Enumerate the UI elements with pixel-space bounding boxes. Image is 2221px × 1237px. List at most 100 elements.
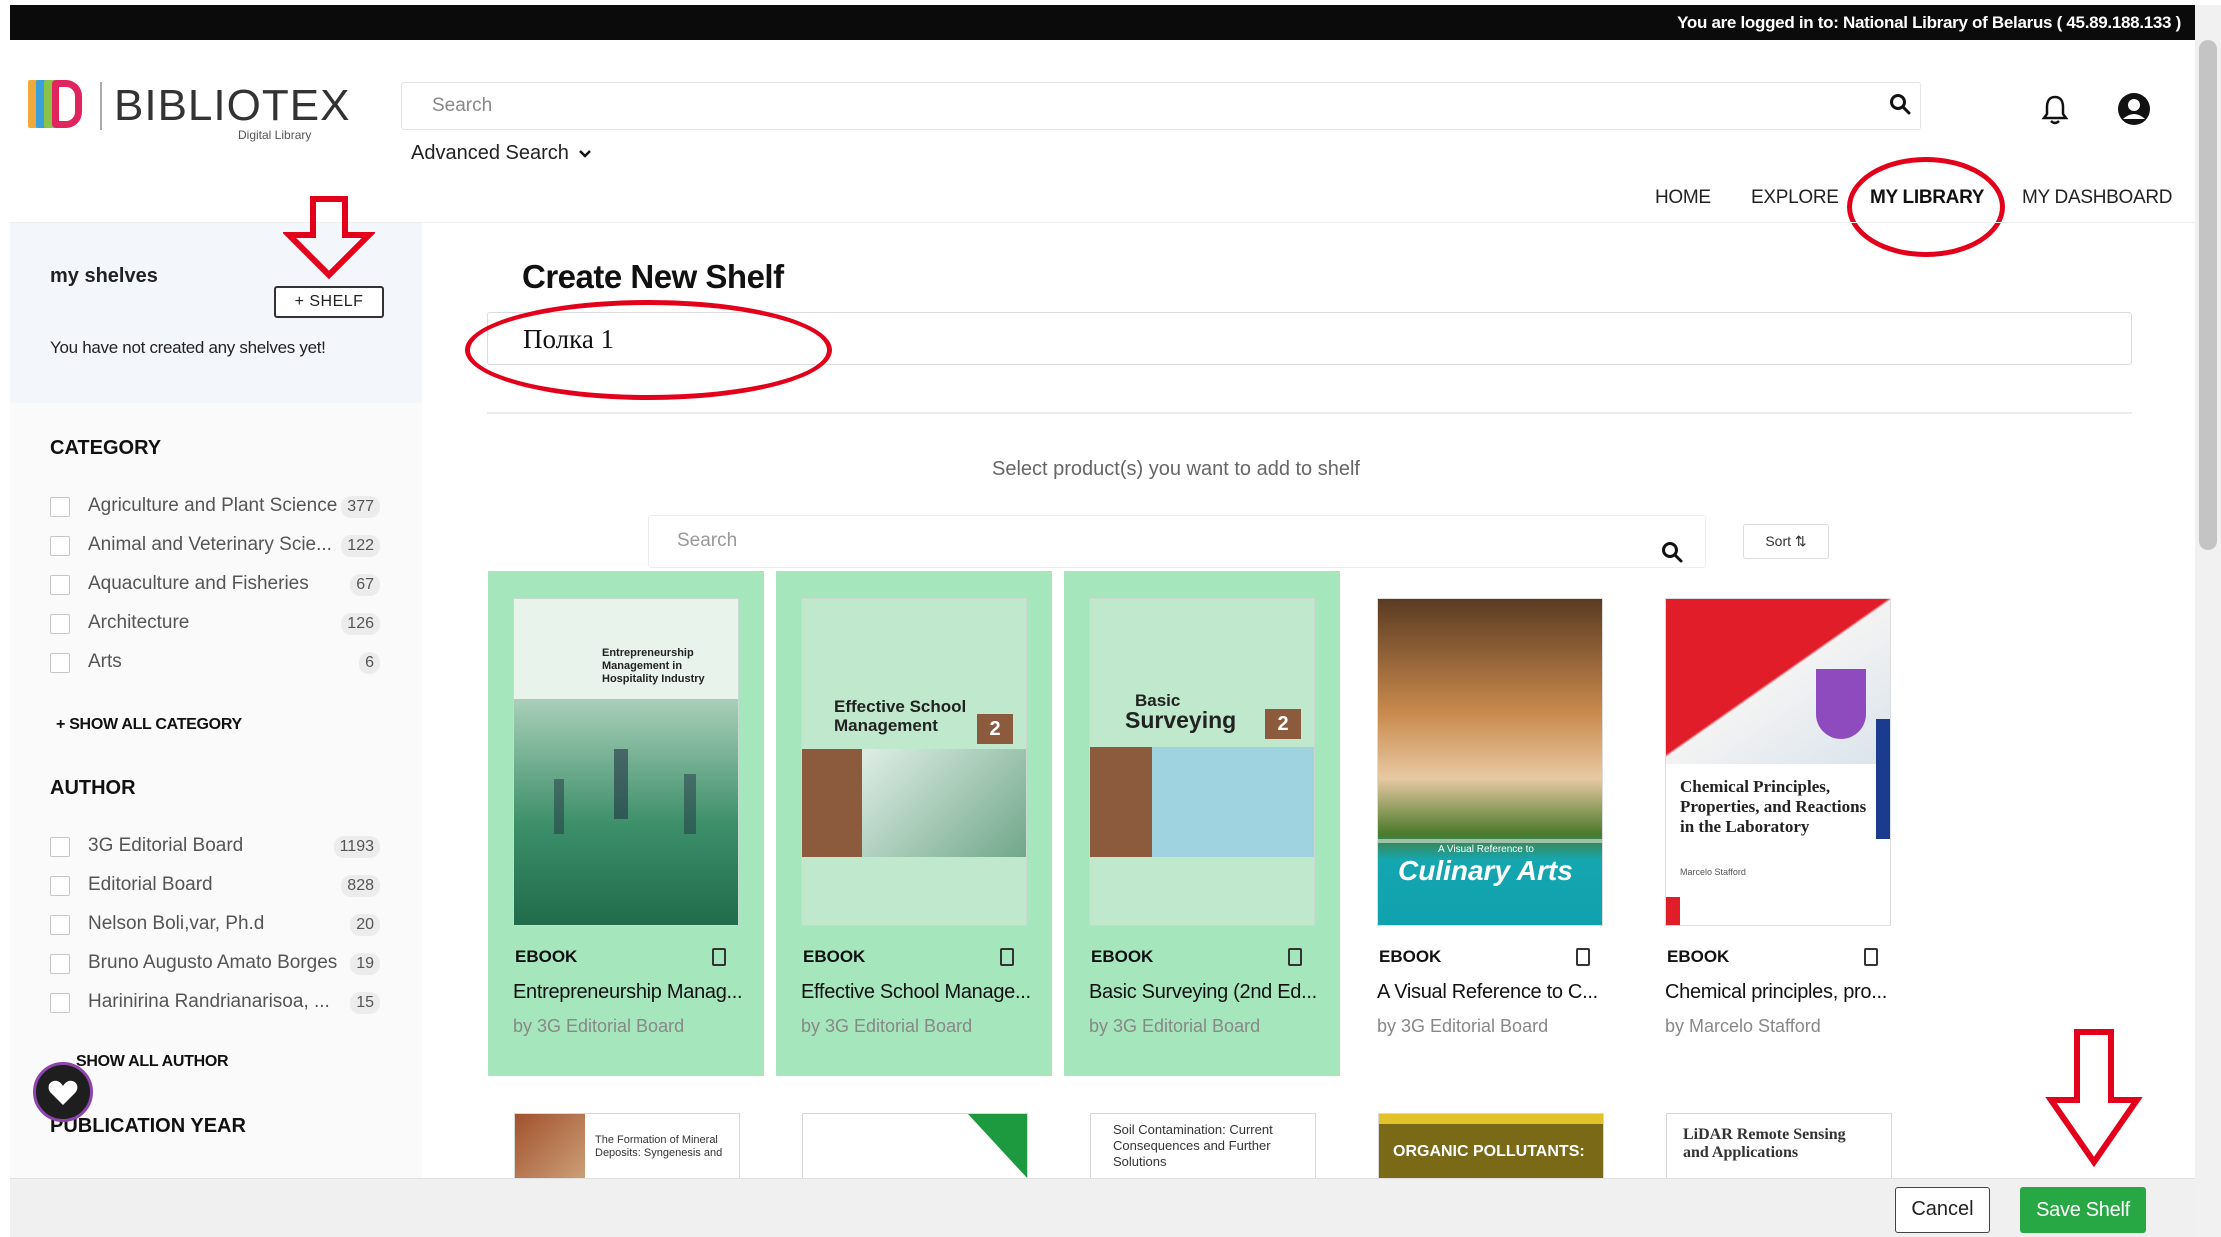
- checkbox[interactable]: [50, 993, 70, 1013]
- show-all-author-link[interactable]: SHOW ALL AUTHOR: [76, 1053, 229, 1071]
- nav-my-dashboard[interactable]: MY DASHBOARD: [2022, 187, 2173, 209]
- category-filter-row[interactable]: Agriculture and Plant Science 377: [50, 494, 380, 520]
- author-label: Editorial Board: [88, 874, 213, 895]
- checkbox[interactable]: [50, 614, 70, 634]
- logo-text: BIBLIOTEX: [100, 82, 350, 130]
- author-filter-row[interactable]: Bruno Augusto Amato Borges 19: [50, 951, 380, 977]
- product-author: by 3G Editorial Board: [1377, 1016, 1549, 1036]
- sort-label: Sort: [1765, 533, 1792, 549]
- product-card[interactable]: Chemical Principles, Properties, and Rea…: [1640, 571, 1916, 1076]
- book-cover-image[interactable]: LiDAR Remote Sensing and Applications: [1666, 1113, 1892, 1183]
- product-type: EBOOK: [1379, 947, 1442, 966]
- bookmark-icon[interactable]: [1000, 948, 1014, 966]
- show-all-category-link[interactable]: + SHOW ALL CATEGORY: [56, 716, 242, 734]
- product-search-input[interactable]: Search: [648, 515, 1706, 568]
- product-card[interactable]: Effective School Management 2 EBOOK Effe…: [776, 571, 1052, 1076]
- checkbox[interactable]: [50, 575, 70, 595]
- product-title[interactable]: A Visual Reference to C...: [1377, 981, 1617, 1004]
- product-type: EBOOK: [1667, 947, 1730, 966]
- nav-home[interactable]: HOME: [1655, 187, 1711, 209]
- checkbox[interactable]: [50, 915, 70, 935]
- checkbox[interactable]: [50, 536, 70, 556]
- product-card[interactable]: Basic Surveying 2 EBOOK Basic Surveying …: [1064, 571, 1340, 1076]
- logo[interactable]: BIBLIOTEX: [28, 78, 350, 134]
- action-footer: [10, 1178, 2195, 1237]
- bookmark-icon[interactable]: [1288, 948, 1302, 966]
- product-title[interactable]: Chemical principles, pro...: [1665, 981, 1905, 1004]
- category-filter-row[interactable]: Aquaculture and Fisheries 67: [50, 572, 380, 598]
- section-divider: [487, 412, 2132, 414]
- product-title[interactable]: Basic Surveying (2nd Ed...: [1089, 981, 1329, 1004]
- author-label: 3G Editorial Board: [88, 835, 244, 856]
- save-shelf-button[interactable]: Save Shelf: [2020, 1187, 2146, 1233]
- category-label: Arts: [88, 651, 122, 672]
- page: { "session": { "logged_in_text": "You ar…: [0, 0, 2221, 1237]
- category-count: 67: [350, 574, 380, 596]
- book-cover-image: Entrepreneurship Management in Hospitali…: [513, 598, 739, 926]
- checkbox[interactable]: [50, 837, 70, 857]
- page-title: Create New Shelf: [522, 258, 784, 295]
- product-author: by 3G Editorial Board: [1089, 1016, 1261, 1036]
- bookmark-icon[interactable]: [1576, 948, 1590, 966]
- category-label: Architecture: [88, 612, 190, 633]
- author-filter-row[interactable]: Harinirina Randrianarisoa, ... 15: [50, 990, 380, 1016]
- search-icon[interactable]: [1888, 92, 1912, 116]
- cover-title: Chemical Principles, Properties, and Rea…: [1680, 777, 1867, 836]
- bell-icon[interactable]: [2040, 94, 2070, 126]
- category-count: 377: [341, 496, 380, 518]
- product-card[interactable]: A Visual Reference to Culinary Arts EBOO…: [1352, 571, 1628, 1076]
- global-search-input[interactable]: Search: [401, 82, 1921, 130]
- cover-title: ORGANIC POLLUTANTS:: [1393, 1143, 1585, 1160]
- cancel-button[interactable]: Cancel: [1895, 1187, 1990, 1233]
- cover-title-big: Culinary Arts: [1398, 855, 1573, 886]
- sort-arrows-icon: ⇅: [1794, 533, 1807, 549]
- product-author: by 3G Editorial Board: [513, 1016, 685, 1036]
- category-count: 126: [341, 613, 380, 635]
- advanced-search-label: Advanced Search: [411, 142, 569, 164]
- annotation-arrow-down-icon: [2045, 1029, 2143, 1168]
- book-cover-image: A Visual Reference to Culinary Arts: [1377, 598, 1603, 926]
- add-shelf-button[interactable]: + SHELF: [274, 286, 384, 318]
- category-filter-row[interactable]: Animal and Veterinary Scie... 122: [50, 533, 380, 559]
- favorites-button[interactable]: [33, 1062, 93, 1122]
- product-type: EBOOK: [515, 947, 578, 966]
- book-cover-image[interactable]: ORGANIC POLLUTANTS:: [1378, 1113, 1604, 1183]
- author-count: 1193: [333, 836, 380, 858]
- checkbox[interactable]: [50, 497, 70, 517]
- product-author: by 3G Editorial Board: [801, 1016, 973, 1036]
- category-filter-row[interactable]: Arts 6: [50, 650, 380, 676]
- no-shelves-message: You have not created any shelves yet!: [50, 338, 326, 357]
- book-cover-image: Basic Surveying 2: [1089, 598, 1315, 926]
- book-cover-image[interactable]: The Formation of Mineral Deposits: Synge…: [514, 1113, 740, 1183]
- product-title[interactable]: Effective School Manage...: [801, 981, 1041, 1004]
- checkbox[interactable]: [50, 653, 70, 673]
- author-filter-row[interactable]: Nelson Boli,var, Ph.d 20: [50, 912, 380, 938]
- cover-title-small: A Visual Reference to: [1438, 844, 1534, 855]
- sort-button[interactable]: Sort ⇅: [1743, 524, 1829, 559]
- advanced-search-toggle[interactable]: Advanced Search: [411, 142, 592, 165]
- category-count: 6: [359, 652, 380, 674]
- user-account-icon[interactable]: [2117, 92, 2151, 126]
- book-cover-image[interactable]: Soil Contamination: Current Consequences…: [1090, 1113, 1316, 1183]
- category-filter-row[interactable]: Architecture 126: [50, 611, 380, 637]
- checkbox[interactable]: [50, 876, 70, 896]
- login-status-bar: You are logged in to: National Library o…: [10, 5, 2195, 40]
- cover-title: Entrepreneurship Management in Hospitali…: [602, 647, 705, 685]
- checkbox[interactable]: [50, 954, 70, 974]
- cover-author: Marcelo Stafford: [1680, 867, 1746, 877]
- nav-explore[interactable]: EXPLORE: [1751, 187, 1839, 209]
- search-icon[interactable]: [1660, 540, 1684, 564]
- author-filter-row[interactable]: Editorial Board 828: [50, 873, 380, 899]
- product-title[interactable]: Entrepreneurship Manag...: [513, 981, 753, 1004]
- bookmark-icon[interactable]: [1864, 948, 1878, 966]
- product-type: EBOOK: [1091, 947, 1154, 966]
- product-card[interactable]: Entrepreneurship Management in Hospitali…: [488, 571, 764, 1076]
- category-label: Agriculture and Plant Science: [88, 495, 338, 516]
- book-cover-image[interactable]: [802, 1113, 1028, 1183]
- select-products-hint: Select product(s) you want to add to she…: [992, 458, 1360, 480]
- bookmark-icon[interactable]: [712, 948, 726, 966]
- author-label: Nelson Boli,var, Ph.d: [88, 913, 265, 934]
- scrollbar-thumb[interactable]: [2199, 40, 2217, 550]
- author-filter-row[interactable]: 3G Editorial Board 1193: [50, 834, 380, 860]
- product-type: EBOOK: [803, 947, 866, 966]
